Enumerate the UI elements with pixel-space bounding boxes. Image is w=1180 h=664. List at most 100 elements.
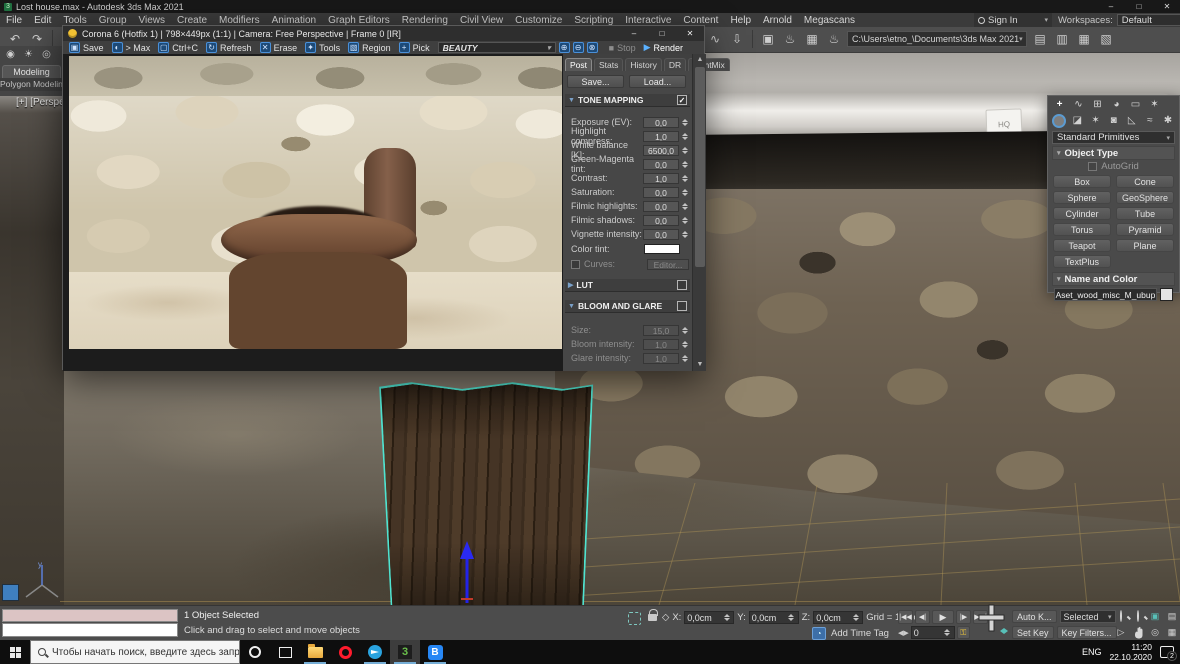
spinner[interactable] bbox=[680, 159, 689, 170]
key-selection-dropdown[interactable]: Selected ▾ bbox=[1060, 610, 1116, 623]
menu-item-edit[interactable]: Edit bbox=[28, 15, 57, 26]
play-button[interactable]: ▶ bbox=[932, 610, 954, 624]
language-indicator[interactable]: ENG bbox=[1082, 647, 1102, 657]
spinner[interactable] bbox=[787, 612, 796, 623]
corona-region-button[interactable]: ▧ Region bbox=[348, 42, 391, 53]
corona-refresh-button[interactable]: ↻ Refresh bbox=[206, 42, 252, 53]
project-folder-dropdown[interactable]: C:\Users\etno_\Documents\3ds Max 2021 ▾ bbox=[847, 31, 1027, 47]
menu-item-tools[interactable]: Tools bbox=[57, 15, 92, 26]
move-gizmo-z-axis[interactable] bbox=[455, 541, 479, 605]
object-name-input[interactable]: Aset_wood_misc_M_ubup bbox=[1054, 288, 1157, 301]
close-button[interactable]: ✕ bbox=[1154, 0, 1180, 13]
highlight-compress-input[interactable]: 1,0 bbox=[643, 131, 679, 142]
export-asset-icon[interactable]: ▥ bbox=[1053, 30, 1071, 48]
spinner[interactable] bbox=[680, 187, 689, 198]
menu-item-group[interactable]: Group bbox=[93, 15, 133, 26]
menu-item-megascans[interactable]: Megascans bbox=[798, 15, 861, 26]
systems-category-icon[interactable]: ✱ bbox=[1161, 114, 1175, 128]
menu-item-customize[interactable]: Customize bbox=[509, 15, 568, 26]
curve-editor-icon[interactable]: ∿ bbox=[706, 30, 724, 48]
pyramid-button[interactable]: Pyramid bbox=[1116, 223, 1174, 236]
display-tab-icon[interactable]: ▭ bbox=[1128, 98, 1143, 112]
spinner[interactable] bbox=[680, 131, 689, 142]
textplus-button[interactable]: TextPlus bbox=[1053, 255, 1111, 268]
cylinder-button[interactable]: Cylinder bbox=[1053, 207, 1111, 220]
asset-library-icon[interactable]: ▦ bbox=[1075, 30, 1093, 48]
spinner[interactable] bbox=[722, 612, 731, 623]
pan-hand-icon[interactable] bbox=[1130, 625, 1146, 640]
maximize-button[interactable]: □ bbox=[1126, 0, 1152, 13]
current-frame-input[interactable]: 0 bbox=[911, 626, 955, 639]
sphere-button[interactable]: Sphere bbox=[1053, 191, 1111, 204]
spinner[interactable] bbox=[680, 145, 689, 156]
minimize-button[interactable]: – bbox=[1098, 0, 1124, 13]
taskbar-search-input[interactable]: Чтобы начать поиск, введите здесь запрос bbox=[30, 640, 240, 664]
menu-item-content[interactable]: Content bbox=[677, 15, 724, 26]
3dsmax-taskbar-button[interactable]: 3 bbox=[390, 640, 420, 664]
hierarchy-tab-icon[interactable]: ⊞ bbox=[1090, 98, 1105, 112]
task-view-button[interactable] bbox=[270, 640, 300, 664]
ribbon-tab-modeling[interactable]: Modeling bbox=[2, 65, 61, 78]
menu-item-interactive[interactable]: Interactive bbox=[619, 15, 677, 26]
spinner[interactable] bbox=[851, 612, 860, 623]
maximize-viewport-icon[interactable]: ▦ bbox=[1164, 625, 1180, 640]
y-coordinate-input[interactable]: 0,0cm bbox=[749, 611, 799, 624]
corona-maximize-button[interactable]: □ bbox=[648, 26, 676, 41]
corona-to-max-button[interactable]: ◐ > Max bbox=[112, 42, 151, 53]
corona-save-button[interactable]: ▣ Save bbox=[69, 42, 104, 53]
next-frame-button[interactable]: |▶ bbox=[956, 610, 971, 624]
zoom-in-icon[interactable]: ⊕ bbox=[559, 42, 570, 53]
selected-bucket-object[interactable] bbox=[370, 380, 600, 605]
scrollbar-thumb[interactable] bbox=[695, 67, 705, 267]
motion-tab-icon[interactable]: ◕ bbox=[1109, 98, 1124, 112]
bloom-glare-header[interactable]: ▼ BLOOM AND GLARE bbox=[565, 300, 690, 313]
saturation-input[interactable]: 0,0 bbox=[643, 187, 679, 198]
tone-mapping-header[interactable]: ▼ TONE MAPPING ✓ bbox=[565, 94, 690, 107]
zoom-region-icon[interactable]: ▤ bbox=[1164, 609, 1180, 624]
key-mode-toggle[interactable]: ◀▶ bbox=[898, 629, 909, 637]
layer-manager-icon[interactable]: ⇩ bbox=[728, 30, 746, 48]
shapes-category-icon[interactable]: ◪ bbox=[1070, 114, 1084, 128]
menu-item-rendering[interactable]: Rendering bbox=[396, 15, 454, 26]
cortana-button[interactable] bbox=[240, 640, 270, 664]
selection-lock-icon[interactable] bbox=[648, 614, 657, 621]
spinner[interactable] bbox=[680, 229, 689, 240]
telegram-button[interactable] bbox=[360, 640, 390, 664]
spinner[interactable] bbox=[943, 627, 952, 638]
cone-button[interactable]: Cone bbox=[1116, 175, 1174, 188]
named-selection-icon[interactable]: ▣ bbox=[759, 30, 777, 48]
corona-titlebar[interactable]: Corona 6 (Hotfix 1) | 798×449px (1:1) | … bbox=[63, 26, 704, 41]
sun-positioner-icon[interactable]: ☀ bbox=[21, 48, 36, 62]
box-button[interactable]: Box bbox=[1053, 175, 1111, 188]
key-icon[interactable]: ⚿ bbox=[957, 626, 970, 639]
bloom-intensity-input[interactable]: 1,0 bbox=[643, 339, 679, 350]
bloom-glare-checkbox[interactable] bbox=[677, 301, 687, 311]
viewport-label[interactable]: [+] [Perspe bbox=[16, 97, 65, 108]
tab-post[interactable]: Post bbox=[565, 58, 592, 71]
object-type-rollout[interactable]: ▾ Object Type bbox=[1052, 146, 1175, 160]
corona-erase-button[interactable]: ✕ Erase bbox=[260, 42, 298, 53]
render-canvas[interactable] bbox=[63, 54, 563, 371]
key-filters-button[interactable]: Key Filters... bbox=[1057, 626, 1117, 639]
ribbon-panel-polygon-modeling[interactable]: Polygon Modeling bbox=[0, 78, 63, 91]
spinner[interactable] bbox=[680, 353, 689, 364]
spinner[interactable] bbox=[680, 201, 689, 212]
zoom-all-icon[interactable] bbox=[1130, 609, 1146, 624]
opera-button[interactable] bbox=[330, 640, 360, 664]
stop-render-button[interactable]: ■ Stop bbox=[609, 43, 636, 53]
corona-tools-button[interactable]: ✦ Tools bbox=[305, 42, 340, 53]
asset-tracking-icon[interactable]: ▧ bbox=[1097, 30, 1115, 48]
camera-icon[interactable]: ◎ bbox=[39, 48, 54, 62]
tab-stats[interactable]: Stats bbox=[594, 58, 623, 71]
corona-minimize-button[interactable]: – bbox=[620, 26, 648, 41]
primitive-category-dropdown[interactable]: Standard Primitives ▾ bbox=[1052, 131, 1175, 144]
teapot-button[interactable]: Teapot bbox=[1053, 239, 1111, 252]
tab-history[interactable]: History bbox=[625, 58, 661, 71]
tube-button[interactable]: Tube bbox=[1116, 207, 1174, 220]
plane-button[interactable]: Plane bbox=[1116, 239, 1174, 252]
menu-item-views[interactable]: Views bbox=[133, 15, 172, 26]
sign-in-dropdown[interactable]: Sign In ▾ bbox=[974, 13, 1052, 27]
lights-category-icon[interactable]: ✶ bbox=[1088, 114, 1102, 128]
zoom-extents-icon[interactable]: ▣ bbox=[1147, 609, 1163, 624]
corona-close-button[interactable]: ✕ bbox=[676, 26, 704, 41]
